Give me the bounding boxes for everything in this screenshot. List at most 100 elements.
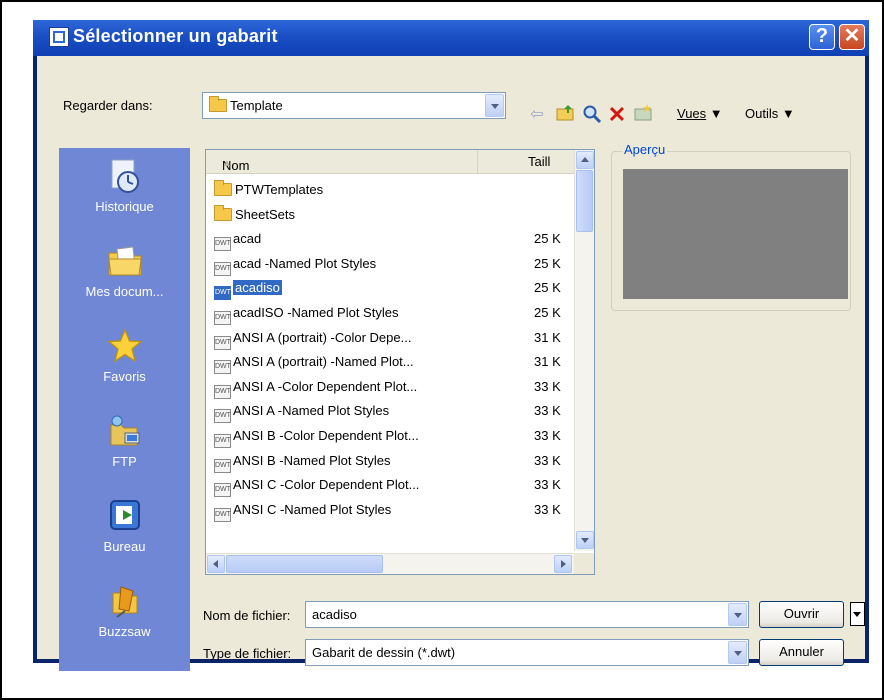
filetype-label: Type de fichier: bbox=[203, 646, 292, 661]
column-header-name[interactable]: Nom ▲ bbox=[206, 150, 478, 174]
dwt-file-icon: DWT bbox=[214, 507, 231, 522]
place-label: Bureau bbox=[103, 539, 146, 554]
views-label: Vues bbox=[677, 106, 707, 121]
list-item[interactable]: DWT ANSI C -Named Plot Styles 33 K bbox=[214, 499, 574, 524]
list-item[interactable]: DWT ANSI B -Color Dependent Plot... 33 K bbox=[214, 425, 574, 450]
file-name: acadiso bbox=[233, 280, 282, 296]
horizontal-scroll-thumb[interactable] bbox=[226, 555, 383, 573]
chevron-down-icon[interactable] bbox=[728, 603, 747, 626]
chevron-down-icon[interactable] bbox=[485, 94, 504, 117]
filetype-combo[interactable]: Gabarit de dessin (*.dwt) bbox=[305, 639, 749, 666]
file-name: acadISO -Named Plot Styles bbox=[233, 304, 399, 320]
place-bureau[interactable]: Bureau bbox=[59, 498, 190, 554]
desktop-icon bbox=[107, 498, 143, 534]
dialog-title: Sélectionner un gabarit bbox=[73, 26, 278, 46]
dwt-file-icon: DWT bbox=[214, 384, 231, 399]
place-label: FTP bbox=[112, 454, 137, 469]
list-item-selected[interactable]: DWT acadiso 25 K bbox=[214, 277, 574, 302]
cancel-label: Annuler bbox=[779, 644, 824, 659]
file-name: ANSI A -Color Dependent Plot... bbox=[233, 378, 418, 394]
list-item[interactable]: PTWTemplates bbox=[214, 179, 574, 204]
views-menu[interactable]: Vues ▼ bbox=[677, 106, 723, 121]
new-folder-icon[interactable] bbox=[633, 104, 655, 126]
ftp-icon bbox=[107, 413, 143, 449]
place-ftp[interactable]: FTP bbox=[59, 413, 190, 469]
dwt-file-icon: DWT bbox=[214, 310, 231, 325]
vertical-scrollbar[interactable] bbox=[574, 150, 594, 551]
filename-value: acadiso bbox=[312, 607, 357, 622]
list-item[interactable]: DWT ANSI A (portrait) -Named Plot... 31 K bbox=[214, 351, 574, 376]
app-icon bbox=[49, 27, 69, 47]
chevron-down-icon[interactable] bbox=[728, 641, 747, 664]
file-name: acad bbox=[233, 231, 262, 247]
history-icon bbox=[107, 158, 143, 194]
place-label: Historique bbox=[95, 199, 154, 214]
close-button[interactable]: ✕ bbox=[839, 24, 865, 50]
column-size-label: Taill bbox=[528, 154, 551, 169]
dwt-file-icon: DWT bbox=[214, 286, 231, 301]
list-item[interactable]: DWT ANSI B -Named Plot Styles 33 K bbox=[214, 450, 574, 475]
column-header-size[interactable]: Taill bbox=[478, 150, 574, 174]
delete-icon[interactable]: ✕ bbox=[606, 104, 628, 126]
tools-menu[interactable]: Outils ▼ bbox=[745, 106, 795, 121]
lookin-value-wrap: Template bbox=[209, 96, 283, 113]
file-name: ANSI B -Named Plot Styles bbox=[233, 452, 391, 468]
file-size: 33 K bbox=[534, 378, 561, 394]
list-item[interactable]: DWT ANSI C -Color Dependent Plot... 33 K bbox=[214, 474, 574, 499]
search-web-icon[interactable] bbox=[581, 104, 603, 126]
file-size: 33 K bbox=[534, 427, 561, 443]
file-name: acad -Named Plot Styles bbox=[233, 255, 377, 271]
file-list[interactable]: Nom ▲ Taill PTWTemplates SheetSets DWT ac… bbox=[205, 149, 595, 575]
file-size: 33 K bbox=[534, 501, 561, 517]
file-size: 33 K bbox=[534, 403, 561, 419]
favorites-star-icon bbox=[106, 328, 143, 364]
place-label: Favoris bbox=[103, 369, 146, 384]
preview-label: Aperçu bbox=[622, 142, 668, 157]
dwt-file-icon: DWT bbox=[214, 483, 231, 498]
place-label: Buzzsaw bbox=[98, 624, 151, 639]
file-size: 25 K bbox=[534, 280, 561, 296]
dwt-file-icon: DWT bbox=[214, 360, 231, 375]
place-favoris[interactable]: Favoris bbox=[59, 328, 190, 384]
list-item[interactable]: DWT ANSI A -Color Dependent Plot... 33 K bbox=[214, 376, 574, 401]
list-item[interactable]: DWT ANSI A (portrait) -Color Depe... 31 K bbox=[214, 327, 574, 352]
lookin-label: Regarder dans: bbox=[63, 98, 153, 113]
file-size: 25 K bbox=[534, 255, 561, 271]
dwt-file-icon: DWT bbox=[214, 433, 231, 448]
list-item[interactable]: DWT acadISO -Named Plot Styles 25 K bbox=[214, 302, 574, 327]
sort-ascending-icon: ▲ bbox=[222, 158, 232, 169]
file-name: ANSI A (portrait) -Named Plot... bbox=[233, 354, 414, 370]
list-item[interactable]: SheetSets bbox=[214, 204, 574, 229]
vertical-scroll-thumb[interactable] bbox=[576, 170, 593, 232]
dialog-body: Regarder dans: Template ⇦ ✕ Vues ▼ Outil… bbox=[37, 56, 865, 671]
dwt-file-icon: DWT bbox=[214, 237, 231, 252]
folder-icon bbox=[214, 180, 232, 196]
buzzsaw-icon bbox=[107, 583, 143, 619]
file-name: ANSI B -Color Dependent Plot... bbox=[233, 427, 419, 443]
filename-combo[interactable]: acadiso bbox=[305, 601, 749, 628]
scroll-down-icon[interactable] bbox=[576, 531, 594, 549]
place-historique[interactable]: Historique bbox=[59, 158, 190, 214]
list-item[interactable]: DWT acad -Named Plot Styles 25 K bbox=[214, 253, 574, 278]
place-mes-documents[interactable]: Mes docum... bbox=[59, 243, 190, 299]
up-folder-icon[interactable] bbox=[555, 104, 577, 126]
lookin-combo[interactable]: Template bbox=[202, 92, 506, 119]
preview-image bbox=[623, 169, 848, 299]
dwt-file-icon: DWT bbox=[214, 335, 231, 350]
dwt-file-icon: DWT bbox=[214, 458, 231, 473]
title-bar[interactable]: Sélectionner un gabarit ? ✕ bbox=[33, 20, 869, 56]
open-button[interactable]: Ouvrir bbox=[759, 601, 844, 628]
open-options-button[interactable] bbox=[850, 602, 865, 626]
cancel-button[interactable]: Annuler bbox=[759, 639, 844, 666]
help-button[interactable]: ? bbox=[809, 24, 835, 50]
select-template-dialog: Sélectionner un gabarit ? ✕ Regarder dan… bbox=[33, 20, 869, 671]
scroll-up-icon[interactable] bbox=[576, 151, 594, 169]
scroll-left-icon[interactable] bbox=[207, 555, 225, 573]
list-item[interactable]: DWT ANSI A -Named Plot Styles 33 K bbox=[214, 400, 574, 425]
scroll-right-icon[interactable] bbox=[554, 555, 572, 573]
place-buzzsaw[interactable]: Buzzsaw bbox=[59, 583, 190, 639]
horizontal-scrollbar[interactable] bbox=[206, 553, 574, 574]
back-arrow-icon[interactable]: ⇦ bbox=[526, 104, 548, 126]
list-item[interactable]: DWT acad 25 K bbox=[214, 228, 574, 253]
lookin-value: Template bbox=[230, 98, 283, 113]
